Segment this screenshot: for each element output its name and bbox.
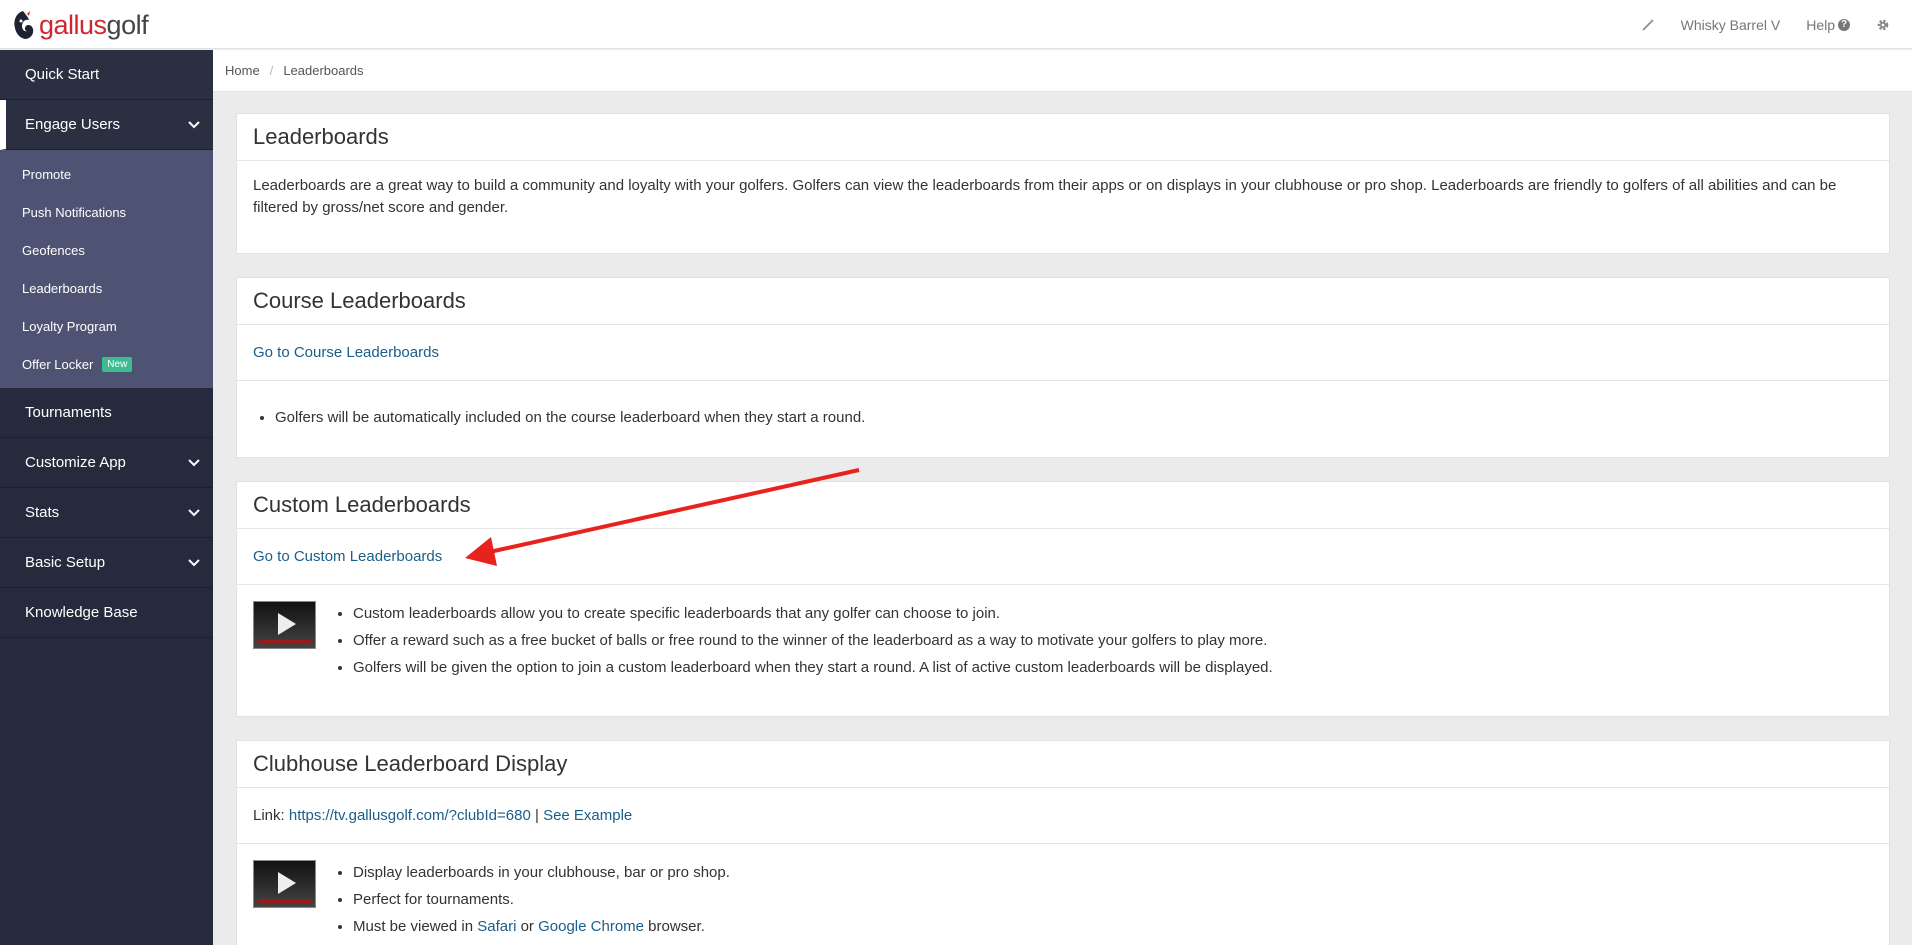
nav-basic-setup-label: Basic Setup — [25, 554, 106, 571]
breadcrumb: Home / Leaderboards — [213, 50, 1912, 92]
clubhouse-bullet: Must be viewed in Safari or Google Chrom… — [353, 913, 730, 940]
nav-quick-start[interactable]: Quick Start — [0, 50, 213, 100]
subnav-offer-locker[interactable]: Offer Locker New — [0, 345, 213, 383]
intro-text: Leaderboards are a great way to build a … — [253, 177, 1837, 216]
chevron-down-icon — [188, 121, 200, 129]
logo-text-golf: golf — [106, 9, 149, 40]
nav-customize-app-label: Customize App — [25, 454, 126, 471]
go-to-custom-leaderboards-link[interactable]: Go to Custom Leaderboards — [253, 548, 442, 565]
engage-users-submenu: Promote Push Notifications Geofences Lea… — [0, 150, 213, 388]
help-label: Help — [1806, 16, 1835, 33]
clubhouse-bullet: Perfect for tournaments. — [353, 886, 730, 913]
sidebar: Quick Start Engage Users Promote Push No… — [0, 50, 213, 945]
video-play-thumbnail[interactable] — [253, 601, 316, 649]
link-divider: | — [534, 807, 539, 824]
nav-stats[interactable]: Stats — [0, 488, 213, 538]
clubhouse-tv-url-link[interactable]: https://tv.gallusgolf.com/?clubId=680 — [289, 807, 531, 824]
custom-bullet: Golfers will be given the option to join… — [353, 654, 1273, 681]
link-label: Link: — [253, 807, 285, 824]
see-example-link[interactable]: See Example — [543, 807, 632, 824]
chevron-down-icon — [188, 459, 200, 467]
clubhouse-display-title: Clubhouse Leaderboard Display — [237, 741, 1889, 788]
top-header: gallusgolf Whisky Barrel V Help ? — [0, 0, 1912, 49]
subnav-push-notifications[interactable]: Push Notifications — [0, 193, 213, 231]
subnav-geofences[interactable]: Geofences — [0, 231, 213, 269]
gallus-golf-logo[interactable]: gallusgolf — [10, 8, 149, 42]
logo-text-gallus: gallus — [39, 9, 107, 40]
clubhouse-display-panel: Clubhouse Leaderboard Display Link: http… — [236, 740, 1890, 945]
breadcrumb-separator: / — [269, 63, 274, 78]
breadcrumb-current: Leaderboards — [283, 63, 364, 78]
subnav-leaderboards[interactable]: Leaderboards — [0, 269, 213, 307]
question-circle-icon: ? — [1838, 18, 1850, 31]
gear-icon[interactable] — [1876, 18, 1890, 32]
nav-basic-setup[interactable]: Basic Setup — [0, 538, 213, 588]
subnav-promote[interactable]: Promote — [0, 155, 213, 193]
video-play-thumbnail[interactable] — [253, 860, 316, 908]
nav-knowledge-base[interactable]: Knowledge Base — [0, 588, 213, 638]
nav-engage-users[interactable]: Engage Users — [0, 100, 213, 150]
play-icon — [278, 872, 296, 894]
chevron-down-icon — [188, 509, 200, 517]
rooster-logo-icon — [14, 10, 34, 39]
google-chrome-link[interactable]: Google Chrome — [538, 918, 644, 935]
magic-wand-button[interactable] — [1641, 18, 1655, 32]
page-title: Leaderboards — [237, 114, 1889, 161]
magic-wand-icon — [1642, 18, 1654, 31]
nav-engage-users-label: Engage Users — [25, 116, 121, 133]
subnav-offer-locker-label: Offer Locker — [22, 356, 94, 372]
course-bullet: Golfers will be automatically included o… — [275, 404, 1873, 431]
chevron-down-icon — [188, 559, 200, 567]
subnav-loyalty-program[interactable]: Loyalty Program — [0, 307, 213, 345]
clubhouse-bullet: Display leaderboards in your clubhouse, … — [353, 859, 730, 886]
nav-stats-label: Stats — [25, 504, 60, 521]
go-to-course-leaderboards-link[interactable]: Go to Course Leaderboards — [253, 344, 439, 361]
club-selector[interactable]: Whisky Barrel V — [1681, 17, 1781, 33]
nav-tournaments[interactable]: Tournaments — [0, 388, 213, 438]
annotation-arrow — [465, 468, 860, 566]
intro-panel: Leaderboards Leaderboards are a great wa… — [236, 113, 1890, 254]
safari-link[interactable]: Safari — [477, 918, 516, 935]
custom-bullet: Offer a reward such as a free bucket of … — [353, 627, 1273, 654]
course-leaderboards-title: Course Leaderboards — [237, 278, 1889, 325]
custom-bullet: Custom leaderboards allow you to create … — [353, 600, 1273, 627]
help-menu[interactable]: Help ? — [1806, 17, 1850, 33]
course-leaderboards-panel: Course Leaderboards Go to Course Leaderb… — [236, 277, 1890, 458]
nav-customize-app[interactable]: Customize App — [0, 438, 213, 488]
play-icon — [278, 613, 296, 635]
breadcrumb-home[interactable]: Home — [225, 63, 260, 78]
new-badge: New — [102, 356, 133, 372]
